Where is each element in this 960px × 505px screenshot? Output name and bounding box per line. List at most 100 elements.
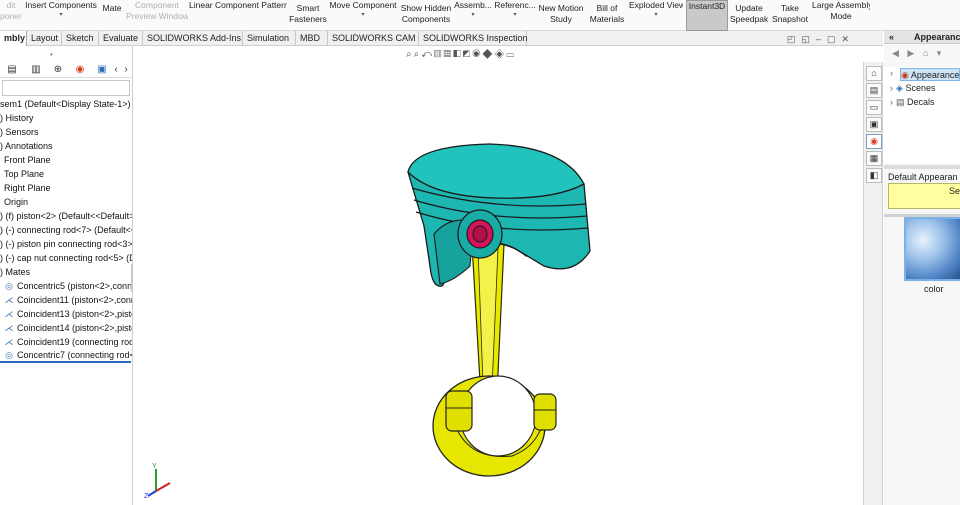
- ribbon-instant3d[interactable]: Instant3D: [686, 0, 728, 31]
- graphics-area[interactable]: ⌕⌕↶▥▦◧◩◉◆◈▭ ◰◱–▢✕ Y Z: [134, 34, 863, 505]
- ribbon-update-speedpak[interactable]: Update Speedpak: [730, 0, 768, 31]
- coincident-mate-icon: ⋌: [4, 337, 14, 347]
- ribbon-exploded-view[interactable]: Exploded View ▾: [629, 0, 683, 31]
- design-library-tab-icon[interactable]: ▤: [866, 83, 882, 98]
- previous-view-icon[interactable]: ↶: [421, 49, 434, 60]
- edit-appearance-icon[interactable]: ◆: [482, 49, 494, 60]
- tree-item-decals[interactable]: › ▤ Decals: [890, 96, 935, 109]
- view-palette-tab-icon[interactable]: ▣: [866, 117, 882, 132]
- tree-row-mate-concentric5[interactable]: ◎ Concentric5 (piston<2>,conne: [0, 280, 132, 293]
- heads-up-view-toolbar: ⌕⌕↶▥▦◧◩◉◆◈▭: [406, 49, 516, 63]
- tree-row-cap-nut[interactable]: ) (-) cap nut connecting rod<5> (D: [0, 252, 132, 265]
- tree-splitter[interactable]: [131, 264, 133, 292]
- tree-row-mate-coincident19[interactable]: ⋌ Coincident19 (connecting rod: [0, 336, 133, 349]
- file-explorer-tab-icon[interactable]: ▭: [866, 100, 882, 115]
- tree-row-mate-coincident13[interactable]: ⋌ Coincident13 (piston<2>,pisto: [0, 308, 133, 321]
- tree-row-connecting-rod[interactable]: ) (-) connecting rod<7> (Default<<: [0, 224, 132, 237]
- ribbon-reference-geometry[interactable]: Referenc... ▾: [494, 0, 536, 31]
- ribbon-new-motion-study[interactable]: New Motion Study: [538, 0, 584, 31]
- tree-row-front-plane[interactable]: Front Plane: [0, 154, 132, 167]
- tree-row-piston[interactable]: ) (f) piston<2> (Default<<Default>: [0, 210, 132, 223]
- ribbon-mate[interactable]: Mate: [100, 0, 124, 31]
- hide-show-items-icon[interactable]: ◉: [472, 49, 482, 60]
- ribbon-linear-component-pattern[interactable]: Linear Component Pattern: [189, 0, 287, 31]
- task-pane-nav[interactable]: ◀ ▶ ⌂ ▾: [884, 45, 960, 61]
- view-orientation-icon[interactable]: ◧: [453, 49, 463, 60]
- tree-row-mate-coincident14[interactable]: ⋌ Coincident14 (piston<2>,pisto: [0, 322, 133, 335]
- piston-pin[interactable]: [466, 219, 494, 249]
- display-style-icon[interactable]: ◩: [463, 49, 473, 60]
- coincident-mate-icon: ⋌: [4, 295, 14, 305]
- forum-tab-icon[interactable]: ◧: [866, 168, 882, 183]
- tree-item-appearances[interactable]: ◉ Appearance: [900, 68, 960, 81]
- ribbon-take-snapshot[interactable]: Take Snapshot: [770, 0, 810, 31]
- piston-rod-assembly-model[interactable]: [394, 116, 604, 486]
- tree-row-origin[interactable]: Origin: [0, 196, 132, 209]
- appearance-library-tree: ◉ Appearance › ◈ Scenes › ▤ Decals ›: [884, 67, 960, 163]
- zoom-to-fit-icon[interactable]: ⌕: [406, 49, 414, 60]
- display-manager-icon[interactable]: ▣: [96, 64, 108, 76]
- dynamic-annotation-icon[interactable]: ▦: [444, 49, 454, 60]
- feature-tree-icon[interactable]: ▤: [6, 64, 18, 76]
- tree-horizontal-scrollbar[interactable]: [0, 361, 131, 363]
- ribbon-move-component[interactable]: Move Component ▾: [329, 0, 397, 31]
- tree-row-mate-coincident11[interactable]: ⋌ Coincident11 (piston<2>,conr: [0, 294, 133, 307]
- tree-row-mates[interactable]: ) Mates: [0, 266, 132, 279]
- solidworks-window: ditponent Insert Components▾ Mate Compon…: [0, 0, 960, 505]
- section-view-icon[interactable]: ▥: [434, 49, 444, 60]
- triad-z-label: Z: [144, 493, 149, 499]
- collapse-pane-icon[interactable]: «: [889, 31, 894, 43]
- tab-solidworks-add-ins[interactable]: SOLIDWORKS Add-Ins: [143, 31, 243, 46]
- apply-scene-icon[interactable]: ◈: [494, 49, 506, 60]
- coincident-mate-icon: ⋌: [4, 323, 14, 333]
- appearance-color-swatch[interactable]: [904, 217, 960, 281]
- ribbon-smart-fasteners[interactable]: Smart Fasteners: [289, 0, 327, 31]
- command-manager-ribbon: ditponent Insert Components▾ Mate Compon…: [0, 0, 960, 31]
- tree-row-history[interactable]: ) History: [0, 112, 132, 125]
- ribbon-edit-component[interactable]: ditponent: [0, 0, 22, 31]
- ribbon-component-preview[interactable]: Component Preview Window: [126, 0, 188, 31]
- configuration-manager-icon[interactable]: ⊕: [52, 64, 64, 76]
- tile-icon[interactable]: ◱: [801, 34, 816, 44]
- tree-row-top-plane[interactable]: Top Plane: [0, 168, 132, 181]
- ribbon-insert-components[interactable]: Insert Components ▾: [24, 0, 98, 31]
- dimxpert-icon[interactable]: ◉: [74, 64, 86, 76]
- tab-mbd[interactable]: MBD: [296, 31, 328, 46]
- swatch-label: color: [924, 284, 944, 294]
- ribbon-show-hidden-components[interactable]: Show Hidden Components: [400, 0, 452, 31]
- minimize-icon[interactable]: –: [816, 34, 827, 44]
- tree-row-annotations[interactable]: ) Annotations: [0, 140, 132, 153]
- tab-evaluate[interactable]: Evaluate: [99, 31, 143, 46]
- tree-item-scenes[interactable]: › ◈ Scenes: [890, 82, 935, 95]
- expand-arrow-icon[interactable]: ›: [890, 68, 893, 78]
- command-manager-tabs: mbly Layout Sketch Evaluate SOLIDWORKS A…: [0, 31, 883, 46]
- tab-layout[interactable]: Layout: [27, 31, 62, 46]
- tab-solidworks-cam[interactable]: SOLIDWORKS CAM: [328, 31, 419, 46]
- task-pane-title: Appearance: [914, 32, 960, 42]
- tab-solidworks-inspection[interactable]: SOLIDWORKS Inspection: [419, 31, 528, 46]
- tab-sketch[interactable]: Sketch: [62, 31, 99, 46]
- ribbon-assembly-features[interactable]: Assemb... ▾: [454, 0, 492, 31]
- pane-splitter[interactable]: [884, 165, 960, 169]
- solidworks-resources-tab-icon[interactable]: ⌂: [866, 66, 882, 81]
- view-settings-icon[interactable]: ▭: [506, 49, 516, 60]
- custom-properties-tab-icon[interactable]: ▦: [866, 151, 882, 166]
- reference-triad: Y Z: [144, 463, 171, 499]
- tree-row-right-plane[interactable]: Right Plane: [0, 182, 132, 195]
- appearances-tab-icon[interactable]: ◉: [866, 134, 882, 149]
- scroll-right-icon[interactable]: ›: [120, 64, 132, 76]
- tree-row-piston-pin[interactable]: ) (-) piston pin connecting rod<3>: [0, 238, 132, 251]
- ribbon-large-assembly-mode[interactable]: Large Assembly Mode: [812, 0, 870, 31]
- property-manager-icon[interactable]: ▥: [30, 64, 42, 76]
- maximize-icon[interactable]: ▢: [827, 34, 842, 44]
- panel-grip-icon[interactable]: •: [50, 50, 53, 59]
- restore-icon[interactable]: ◰: [787, 34, 802, 44]
- triad-y-label: Y: [152, 463, 157, 470]
- tab-assembly[interactable]: mbly: [0, 31, 27, 46]
- tree-row-sensors[interactable]: ) Sensors: [0, 126, 132, 139]
- tab-simulation[interactable]: Simulation: [243, 31, 296, 46]
- ribbon-bill-of-materials[interactable]: Bill of Materials: [588, 0, 626, 31]
- tree-row-root[interactable]: sem1 (Default<Display State-1>): [0, 98, 132, 111]
- close-icon[interactable]: ✕: [841, 34, 855, 44]
- tree-filter-input[interactable]: [2, 80, 130, 96]
